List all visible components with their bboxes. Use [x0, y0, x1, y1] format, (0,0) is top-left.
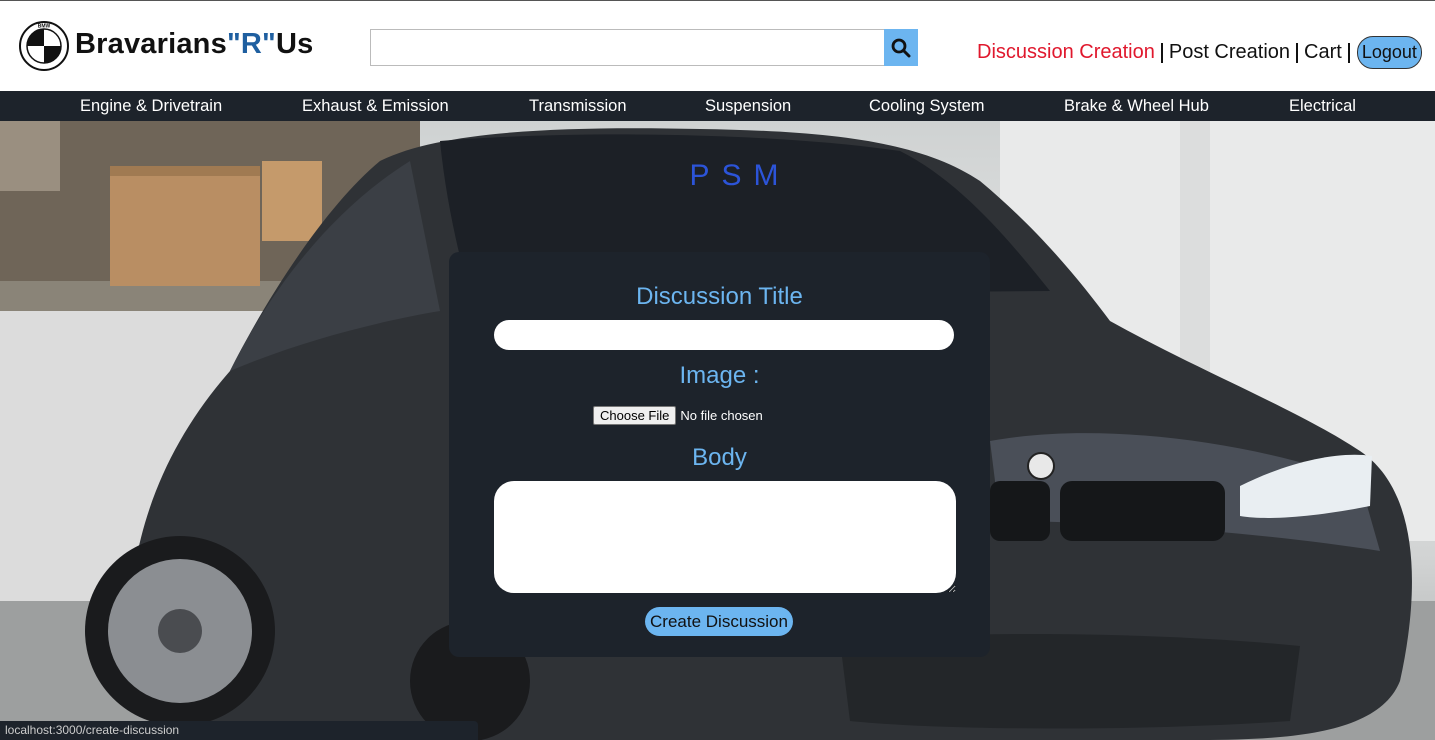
- header-links: Discussion Creation Post Creation Cart L…: [977, 36, 1422, 69]
- post-creation-link[interactable]: Post Creation: [1169, 41, 1290, 64]
- nav-item-suspension[interactable]: Suspension: [705, 97, 791, 116]
- nav-item-cooling-system[interactable]: Cooling System: [869, 97, 985, 116]
- discussion-creation-link[interactable]: Discussion Creation: [977, 41, 1155, 64]
- search-icon: [891, 38, 911, 57]
- title-label: Discussion Title: [636, 283, 803, 310]
- link-divider: [1160, 42, 1163, 63]
- create-discussion-button[interactable]: Create Discussion: [645, 607, 793, 636]
- discussion-title-input[interactable]: [494, 320, 954, 350]
- nav-item-exhaust-emission[interactable]: Exhaust & Emission: [302, 97, 449, 116]
- file-upload: Choose File No file chosen: [593, 406, 763, 425]
- nav-item-engine-drivetrain[interactable]: Engine & Drivetrain: [80, 97, 222, 116]
- brand-end: Us: [275, 28, 314, 60]
- site-brand[interactable]: Bravarians"R"Us: [75, 28, 313, 61]
- link-divider: [1347, 42, 1350, 63]
- nav-item-brake-wheel-hub[interactable]: Brake & Wheel Hub: [1064, 97, 1209, 116]
- logout-button[interactable]: Logout: [1356, 36, 1422, 69]
- cart-link[interactable]: Cart: [1304, 41, 1342, 64]
- windshield-text: PSM: [689, 159, 790, 192]
- brand-accent: "R": [226, 28, 276, 60]
- logo-lettering: BMW: [38, 24, 51, 30]
- browser-status-bar: localhost:3000/create-discussion: [0, 721, 478, 740]
- nav-item-transmission[interactable]: Transmission: [529, 97, 627, 116]
- search-button[interactable]: [884, 29, 918, 66]
- image-label: Image :: [679, 362, 760, 389]
- discussion-body-input[interactable]: [494, 481, 956, 593]
- link-divider: [1296, 42, 1299, 63]
- search-input[interactable]: [370, 29, 885, 66]
- brand-main: Bravarians: [75, 28, 227, 60]
- create-discussion-form: Discussion Title Image : Choose File No …: [449, 252, 990, 657]
- body-label: Body: [692, 444, 747, 471]
- category-nav: Engine & Drivetrain Exhaust & Emission T…: [0, 91, 1435, 121]
- site-header: BMW Bravarians"R"Us Discussion Creation …: [0, 0, 1435, 91]
- file-status: No file chosen: [680, 408, 763, 423]
- nav-item-electrical[interactable]: Electrical: [1289, 97, 1356, 116]
- bmw-roundel-icon[interactable]: BMW: [19, 21, 69, 71]
- choose-file-button[interactable]: Choose File: [593, 406, 677, 425]
